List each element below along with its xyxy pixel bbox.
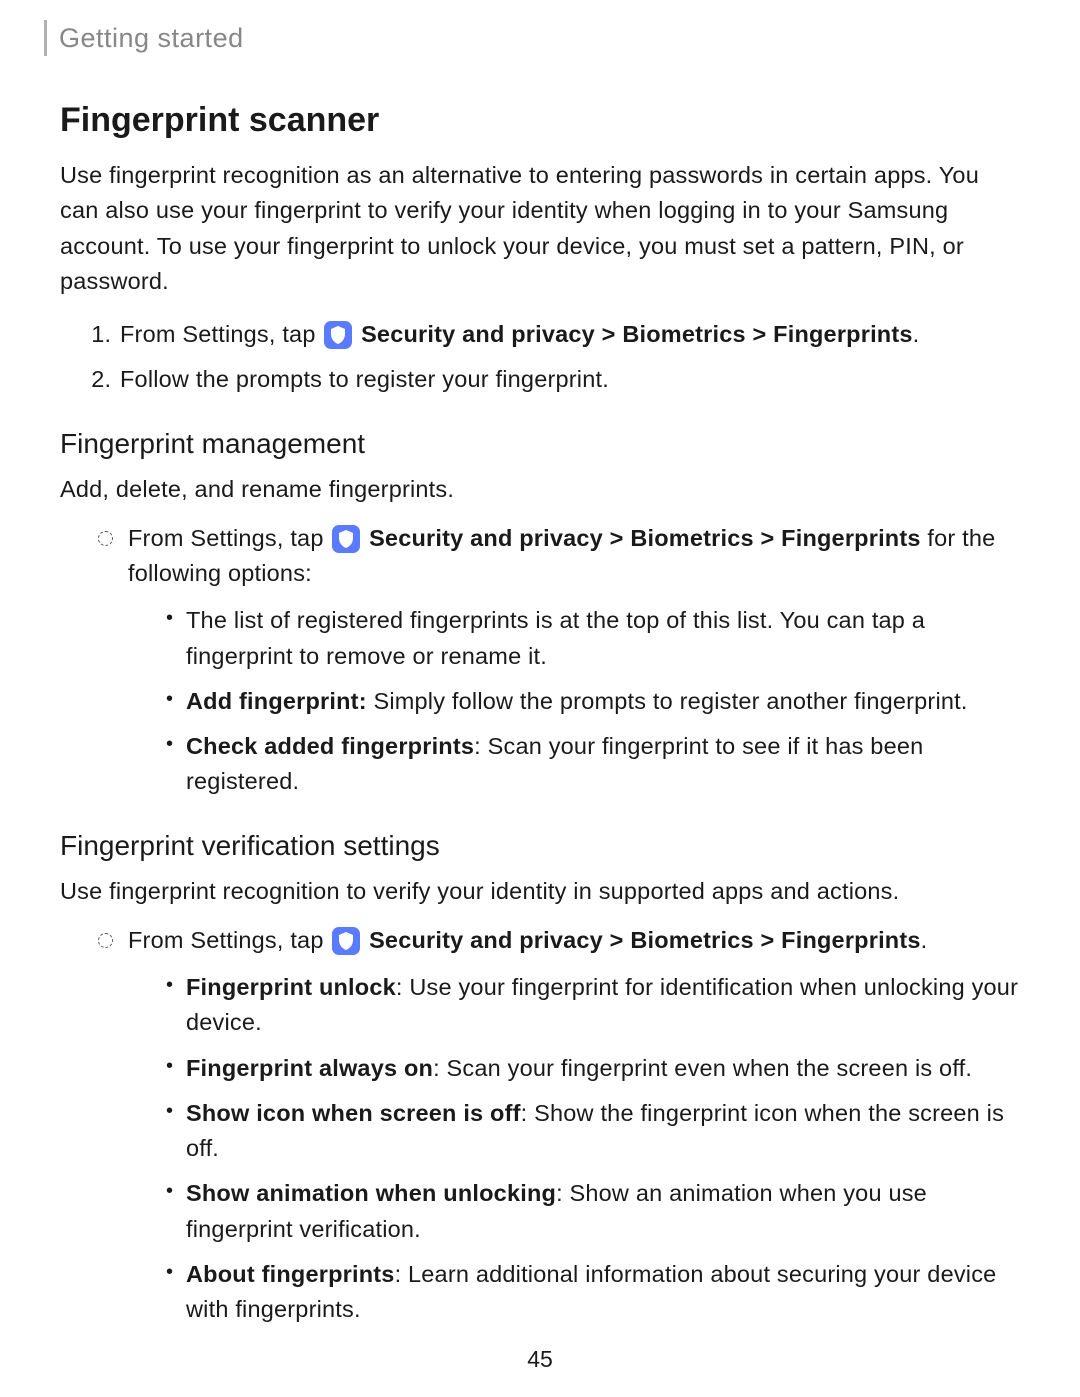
nav-prefix: From Settings, tap <box>128 927 324 953</box>
mgmt-option-list: The list of registered fingerprints is a… <box>184 603 1020 674</box>
setup-steps: From Settings, tap Security and privacy … <box>60 317 1020 398</box>
nav-path: Security and privacy > Biometrics > Fing… <box>361 321 913 347</box>
mgmt-nav-item: From Settings, tap Security and privacy … <box>104 521 1020 800</box>
verify-option-about: About fingerprints: Learn additional inf… <box>184 1257 1020 1328</box>
mgmt-desc: Add, delete, and rename fingerprints. <box>60 472 1020 507</box>
verify-list: From Settings, tap Security and privacy … <box>60 923 1020 1328</box>
mgmt-heading: Fingerprint management <box>60 428 1020 460</box>
step-1: From Settings, tap Security and privacy … <box>118 317 1020 352</box>
verify-options: Fingerprint unlock: Use your fingerprint… <box>128 970 1020 1327</box>
shield-icon <box>332 525 360 553</box>
intro-paragraph: Use fingerprint recognition as an altern… <box>60 158 1020 299</box>
nav-prefix: From Settings, tap <box>128 525 324 551</box>
label: Fingerprint unlock <box>186 974 396 1000</box>
shield-icon <box>324 321 352 349</box>
label: Show animation when unlocking <box>186 1180 556 1206</box>
nav-end: . <box>913 321 920 347</box>
nav-prefix: From Settings, tap <box>120 321 316 347</box>
verify-option-show-icon: Show icon when screen is off: Show the f… <box>184 1096 1020 1167</box>
label: Show icon when screen is off <box>186 1100 521 1126</box>
mgmt-option-add: Add fingerprint: Simply follow the promp… <box>184 684 1020 719</box>
breadcrumb-accent-bar <box>44 20 47 56</box>
verify-desc: Use fingerprint recognition to verify yo… <box>60 874 1020 909</box>
breadcrumb-label: Getting started <box>59 23 244 54</box>
verify-nav-item: From Settings, tap Security and privacy … <box>104 923 1020 1328</box>
label: Check added fingerprints <box>186 733 474 759</box>
mgmt-options: The list of registered fingerprints is a… <box>128 603 1020 799</box>
text: Simply follow the prompts to register an… <box>367 688 968 714</box>
label: About fingerprints <box>186 1261 395 1287</box>
mgmt-list: From Settings, tap Security and privacy … <box>60 521 1020 800</box>
nav-end: . <box>921 927 928 953</box>
verify-heading: Fingerprint verification settings <box>60 830 1020 862</box>
text: : Scan your fingerprint even when the sc… <box>433 1055 972 1081</box>
verify-option-unlock: Fingerprint unlock: Use your fingerprint… <box>184 970 1020 1041</box>
mgmt-option-check: Check added fingerprints: Scan your fing… <box>184 729 1020 800</box>
shield-icon <box>332 927 360 955</box>
nav-path: Security and privacy > Biometrics > Fing… <box>369 525 921 551</box>
nav-path: Security and privacy > Biometrics > Fing… <box>369 927 921 953</box>
breadcrumb: Getting started <box>44 20 1020 56</box>
step-2: Follow the prompts to register your fing… <box>118 362 1020 397</box>
label: Fingerprint always on <box>186 1055 433 1081</box>
page-number: 45 <box>0 1346 1080 1373</box>
verify-option-animation: Show animation when unlocking: Show an a… <box>184 1176 1020 1247</box>
label: Add fingerprint: <box>186 688 367 714</box>
verify-option-always-on: Fingerprint always on: Scan your fingerp… <box>184 1051 1020 1086</box>
page-title: Fingerprint scanner <box>60 101 1020 140</box>
